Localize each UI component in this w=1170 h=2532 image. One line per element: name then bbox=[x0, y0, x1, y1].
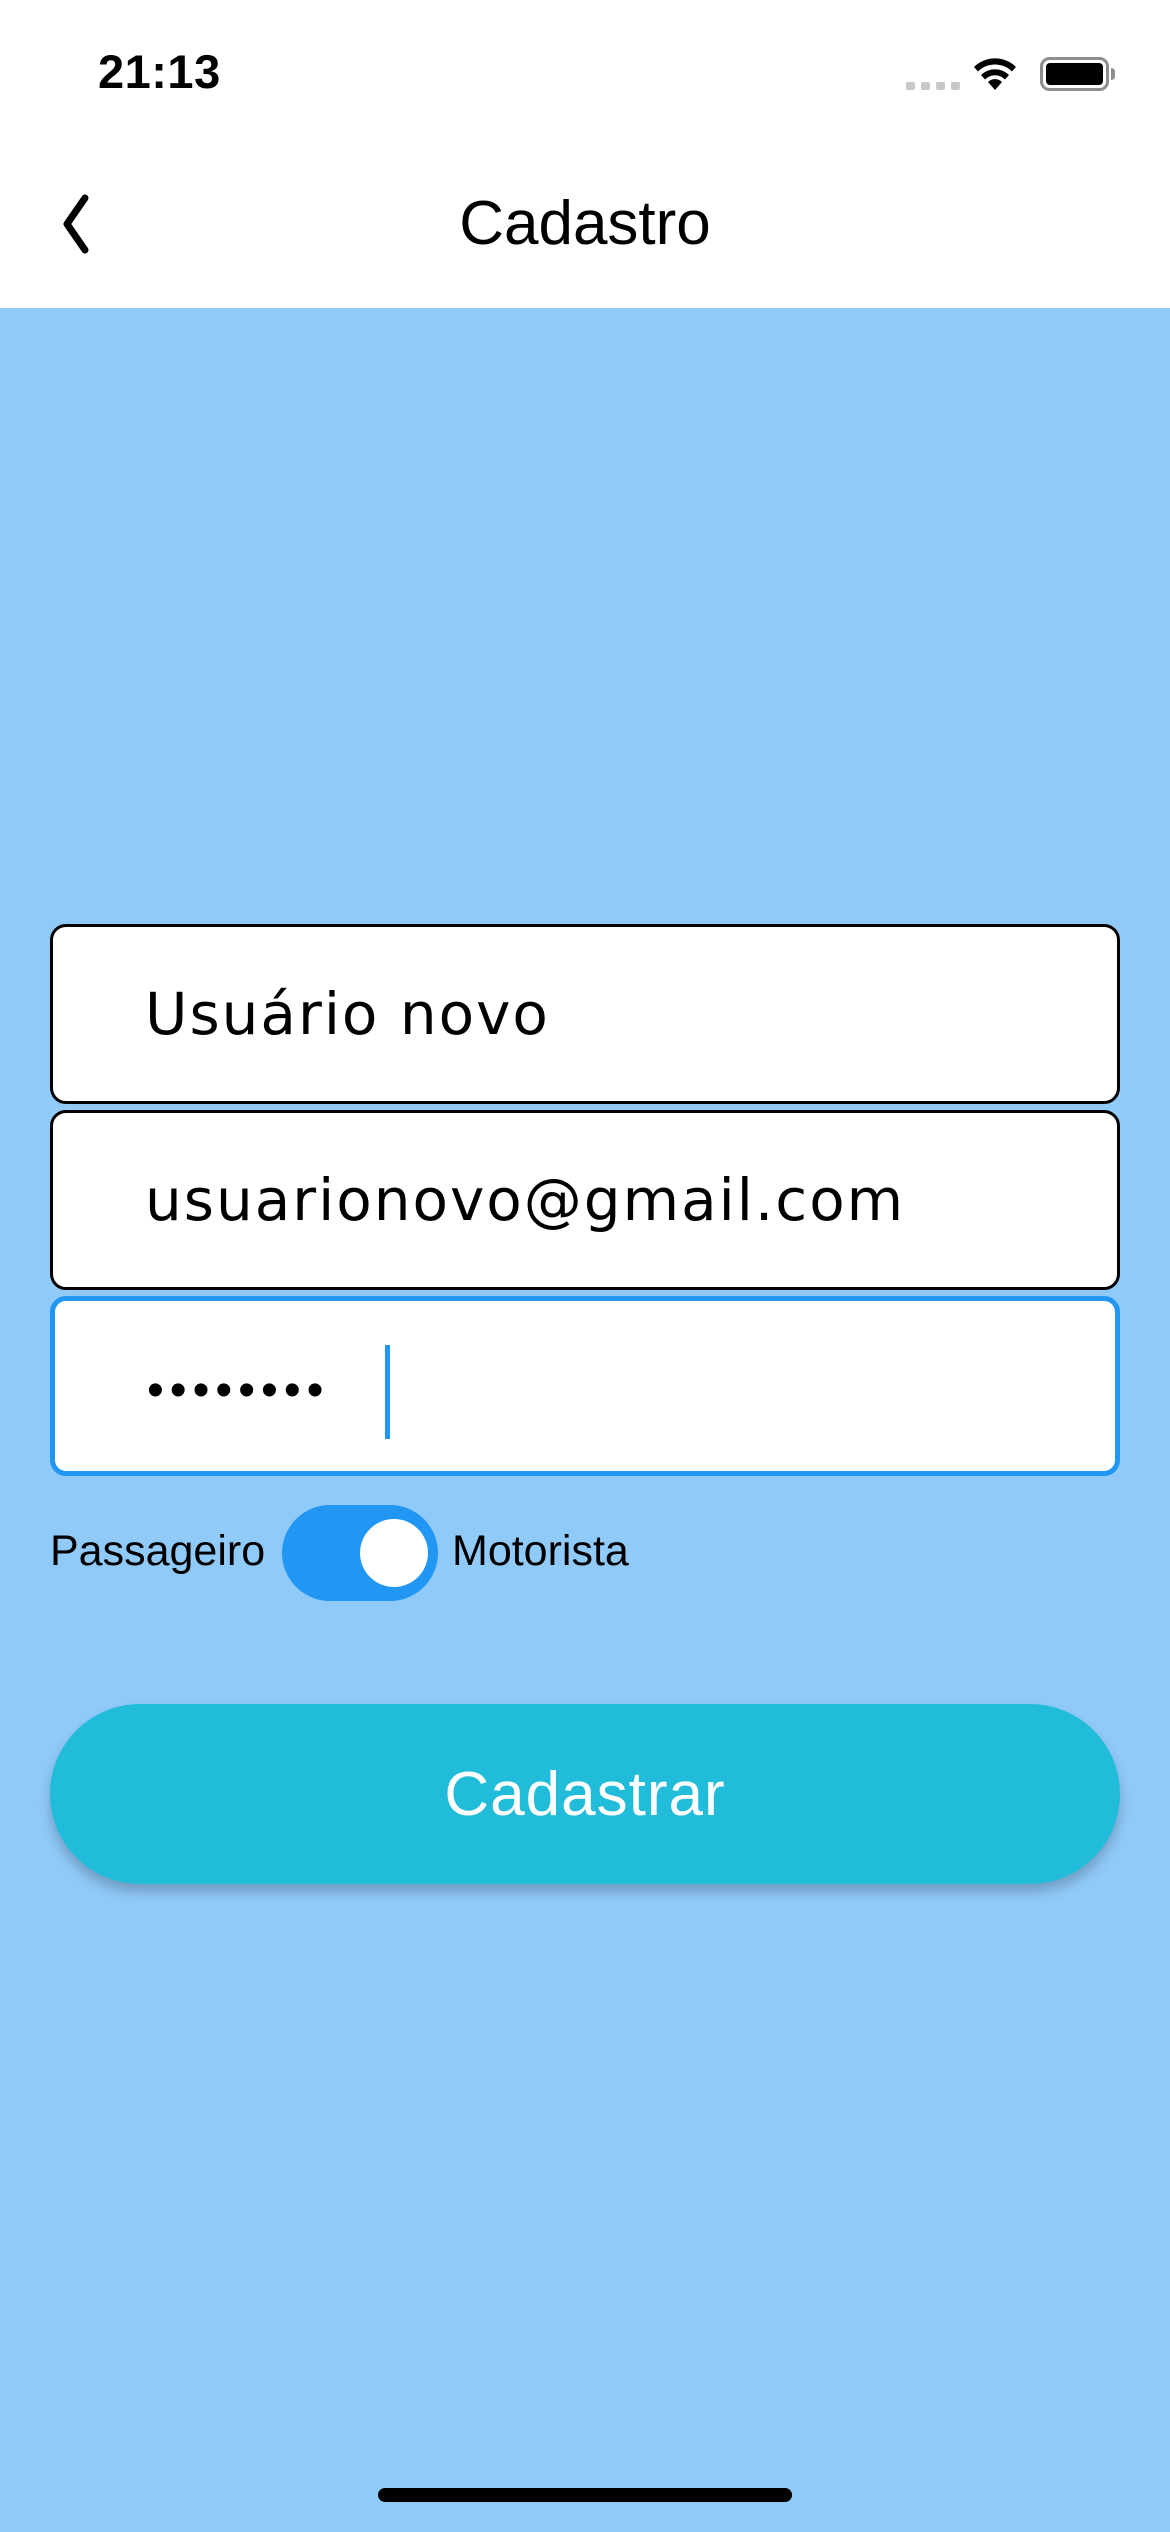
status-time: 21:13 bbox=[98, 45, 221, 98]
navigation-bar: Cadastro bbox=[0, 140, 1170, 308]
status-bar: 21:13 bbox=[0, 0, 1170, 140]
toggle-knob bbox=[360, 1519, 428, 1587]
driver-label: Motorista bbox=[452, 1527, 629, 1575]
password-field[interactable]: •••••••• bbox=[50, 1296, 1120, 1476]
battery-icon bbox=[1040, 57, 1115, 91]
password-value: •••••••• bbox=[147, 1364, 330, 1417]
email-input[interactable] bbox=[145, 1113, 1085, 1287]
cellular-signal-icon bbox=[906, 82, 960, 90]
home-indicator bbox=[378, 2488, 792, 2502]
passenger-label: Passageiro bbox=[50, 1527, 266, 1575]
name-field[interactable] bbox=[50, 924, 1120, 1104]
register-button[interactable]: Cadastrar bbox=[50, 1704, 1120, 1884]
email-field[interactable] bbox=[50, 1110, 1120, 1290]
name-input[interactable] bbox=[145, 927, 1085, 1101]
text-cursor bbox=[385, 1345, 390, 1439]
wifi-icon bbox=[974, 58, 1016, 90]
user-type-toggle[interactable] bbox=[282, 1505, 438, 1601]
user-type-switch-row: Passageiro Motorista bbox=[50, 1505, 1120, 1605]
page-title: Cadastro bbox=[459, 189, 711, 258]
